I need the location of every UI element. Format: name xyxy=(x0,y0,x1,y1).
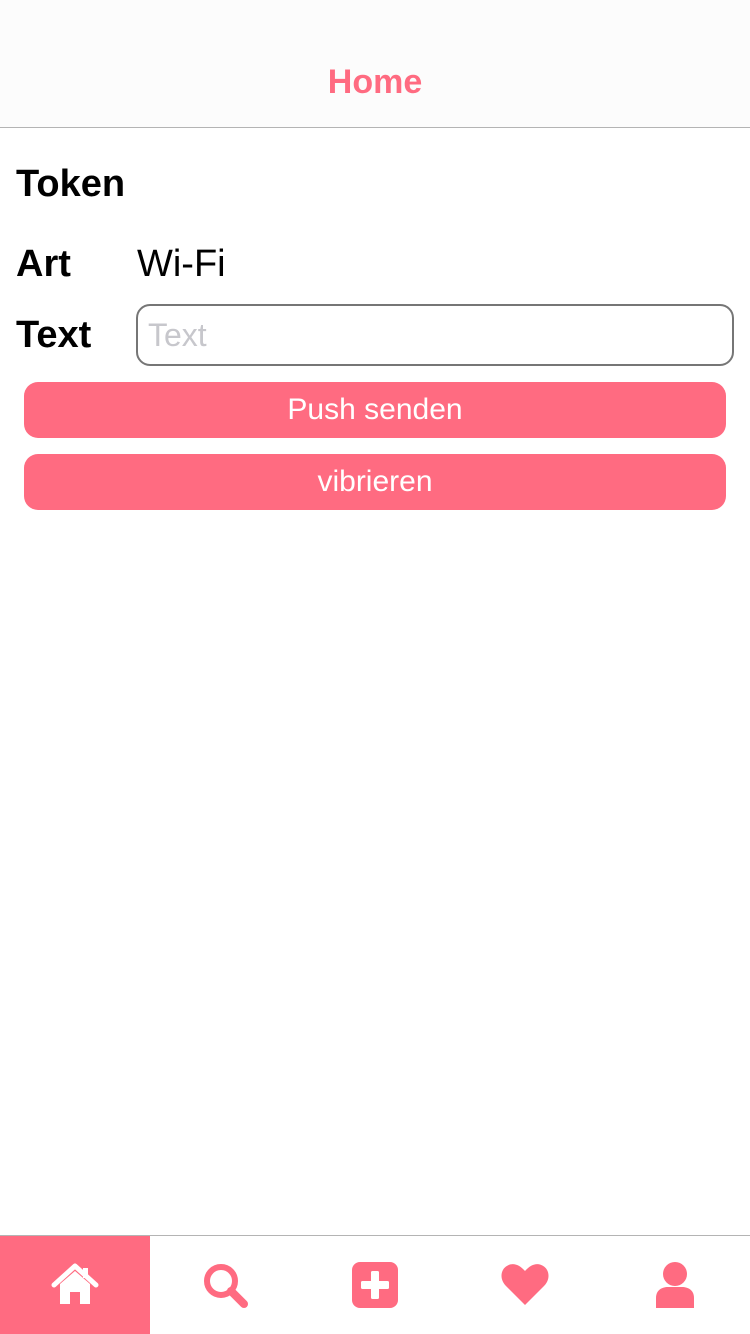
status-bar xyxy=(0,0,750,40)
vibrate-button[interactable]: vibrieren xyxy=(24,454,726,510)
tab-profile[interactable] xyxy=(600,1236,750,1334)
text-label: Text xyxy=(16,314,92,356)
home-icon xyxy=(51,1263,99,1304)
push-send-button[interactable]: Push senden xyxy=(24,382,726,438)
tab-bar xyxy=(0,1235,750,1334)
art-label: Art xyxy=(16,243,71,285)
tab-add[interactable] xyxy=(300,1236,450,1334)
text-input[interactable] xyxy=(136,304,734,366)
tab-search[interactable] xyxy=(150,1236,300,1334)
navigation-bar: Home xyxy=(0,40,750,128)
heart-icon xyxy=(501,1264,549,1305)
tab-home[interactable] xyxy=(0,1236,150,1334)
art-value: Wi-Fi xyxy=(137,243,226,285)
plus-square-icon xyxy=(352,1262,398,1308)
section-title: Token xyxy=(16,163,126,205)
search-icon xyxy=(204,1264,248,1308)
tab-favorites[interactable] xyxy=(450,1236,600,1334)
user-icon xyxy=(656,1262,694,1308)
page-title: Home xyxy=(327,63,423,101)
